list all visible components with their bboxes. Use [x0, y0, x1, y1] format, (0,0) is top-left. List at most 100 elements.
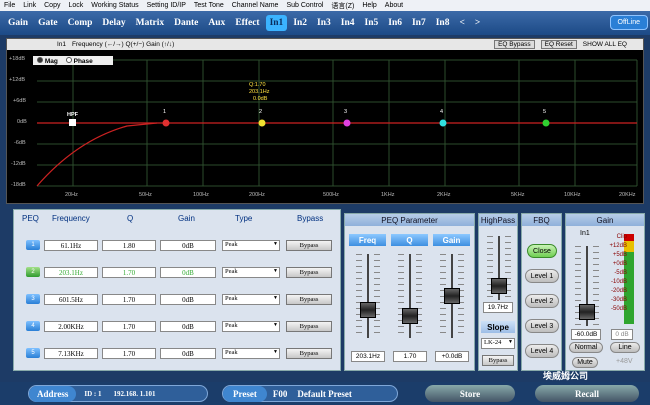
fbq-level-4-button[interactable]: Level 4: [525, 344, 559, 358]
peq-frequency-field[interactable]: 601.5Hz: [44, 294, 98, 305]
freq-value[interactable]: 203.1Hz: [351, 351, 385, 362]
menu-sub-control[interactable]: Sub Control: [286, 2, 323, 9]
menu-setting-id-ip[interactable]: Setting ID/IP: [147, 2, 186, 9]
peq-frequency-field[interactable]: 203.1Hz: [44, 267, 98, 278]
offline-button[interactable]: OffLine: [609, 15, 648, 30]
gain-value[interactable]: +0.0dB: [435, 351, 469, 362]
tab-in3[interactable]: In3: [313, 15, 335, 31]
peq-type-select[interactable]: Peak: [222, 267, 280, 278]
peq-q-field[interactable]: 1.70: [102, 348, 156, 359]
peq-band-button[interactable]: 4: [26, 321, 40, 331]
peq-band-button[interactable]: 3: [26, 294, 40, 304]
tab-in8[interactable]: In8: [432, 15, 454, 31]
tab-in5[interactable]: In5: [361, 15, 383, 31]
menu-copy[interactable]: Copy: [44, 2, 60, 9]
mag-radio[interactable]: Mag: [37, 56, 58, 65]
phase-radio[interactable]: Phase: [65, 56, 93, 65]
peq-bypass-button[interactable]: Bypass: [286, 348, 332, 359]
slider-knob[interactable]: [402, 308, 418, 324]
slider-knob[interactable]: [360, 302, 376, 318]
tab-comp[interactable]: Comp: [64, 15, 97, 31]
peq-bypass-button[interactable]: Bypass: [286, 267, 332, 278]
menu-test-tone[interactable]: Test Tone: [194, 2, 224, 9]
peq-band-button[interactable]: 1: [26, 240, 40, 250]
preset-label[interactable]: Preset: [223, 385, 267, 402]
menu-working-status[interactable]: Working Status: [91, 2, 138, 9]
store-button[interactable]: Store: [425, 385, 515, 402]
line-button[interactable]: Line: [610, 342, 640, 353]
highpass-bypass-button[interactable]: Bypass: [482, 355, 514, 366]
tab-prev[interactable]: <: [455, 15, 468, 31]
highpass-slider[interactable]: [484, 232, 514, 304]
peq-type-select[interactable]: Peak: [222, 348, 280, 359]
peq-frequency-field[interactable]: 2.00KHz: [44, 321, 98, 332]
tab-in2[interactable]: In2: [289, 15, 311, 31]
tab-in4[interactable]: In4: [337, 15, 359, 31]
menu-help[interactable]: Help: [362, 2, 376, 9]
peq-bypass-button[interactable]: Bypass: [286, 321, 332, 332]
hpf-handle: [69, 119, 76, 126]
tab-next[interactable]: >: [471, 15, 484, 31]
peq-q-field[interactable]: 1.70: [102, 321, 156, 332]
fader-knob[interactable]: [579, 304, 595, 320]
tab-in6[interactable]: In6: [384, 15, 406, 31]
slider-knob[interactable]: [491, 278, 507, 294]
normal-button[interactable]: Normal: [569, 342, 603, 353]
tab-in1[interactable]: In1: [265, 15, 288, 31]
fbq-level-2-button[interactable]: Level 2: [525, 294, 559, 308]
peq-gain-field[interactable]: 0dB: [160, 240, 216, 251]
peq-gain-field[interactable]: 0dB: [160, 321, 216, 332]
tab-in7[interactable]: In7: [408, 15, 430, 31]
tab-gate[interactable]: Gate: [34, 15, 62, 31]
peq-frequency-field[interactable]: 7.13KHz: [44, 348, 98, 359]
menu-link[interactable]: Link: [23, 2, 36, 9]
tab-dante[interactable]: Dante: [170, 15, 202, 31]
menu-channel-name[interactable]: Channel Name: [232, 2, 279, 9]
recall-button[interactable]: Recall: [535, 385, 639, 402]
highpass-value[interactable]: 19.7Hz: [483, 302, 513, 313]
freq-slider[interactable]: [353, 250, 383, 342]
eq-plot: [36, 59, 638, 187]
show-all-eq-checkbox[interactable]: SHOW ALL EQ: [583, 41, 643, 48]
q-value[interactable]: 1.70: [393, 351, 427, 362]
fbq-close-button[interactable]: Close: [527, 244, 557, 258]
tab-effect[interactable]: Effect: [231, 15, 263, 31]
gain-fader[interactable]: [572, 242, 602, 330]
tab-gain[interactable]: Gain: [4, 15, 32, 31]
peq-frequency-field[interactable]: 61.1Hz: [44, 240, 98, 251]
q-slider[interactable]: [395, 250, 425, 342]
peq-band-button[interactable]: 5: [26, 348, 40, 358]
peq-q-field[interactable]: 1.70: [102, 294, 156, 305]
point-label-3: 3: [344, 109, 348, 115]
peq-gain-field[interactable]: 0dB: [160, 267, 216, 278]
menu-language[interactable]: 语言(Z): [331, 1, 354, 11]
fbq-level-3-button[interactable]: Level 3: [525, 319, 559, 333]
gain-slider[interactable]: [437, 250, 467, 342]
menu-about[interactable]: About: [385, 2, 403, 9]
fbq-level-1-button[interactable]: Level 1: [525, 269, 559, 283]
tab-matrix[interactable]: Matrix: [132, 15, 169, 31]
tab-aux[interactable]: Aux: [204, 15, 229, 31]
peq-type-select[interactable]: Peak: [222, 321, 280, 332]
gain-db-value[interactable]: -60.0dB: [571, 329, 601, 340]
slider-knob[interactable]: [444, 288, 460, 304]
menu-lock[interactable]: Lock: [68, 2, 83, 9]
mute-button[interactable]: Mute: [572, 357, 598, 368]
menu-file[interactable]: File: [4, 2, 15, 9]
menu-bar: File Link Copy Lock Working Status Setti…: [0, 0, 650, 11]
gain-db-small[interactable]: 0 dB: [611, 329, 633, 340]
peq-gain-field[interactable]: 0dB: [160, 294, 216, 305]
peq-type-select[interactable]: Peak: [222, 240, 280, 251]
peq-band-button[interactable]: 2: [26, 267, 40, 277]
peq-bypass-button[interactable]: Bypass: [286, 294, 332, 305]
phantom-power-label[interactable]: +48V: [616, 358, 633, 365]
eq-reset-button[interactable]: EQ Reset: [540, 40, 577, 49]
peq-gain-field[interactable]: 0dB: [160, 348, 216, 359]
peq-bypass-button[interactable]: Bypass: [286, 240, 332, 251]
eq-bypass-button[interactable]: EQ Bypass: [494, 40, 535, 49]
peq-q-field[interactable]: 1.70: [102, 267, 156, 278]
peq-q-field[interactable]: 1.80: [102, 240, 156, 251]
peq-type-select[interactable]: Peak: [222, 294, 280, 305]
slope-select[interactable]: LK-24: [481, 338, 515, 349]
tab-delay[interactable]: Delay: [98, 15, 129, 31]
